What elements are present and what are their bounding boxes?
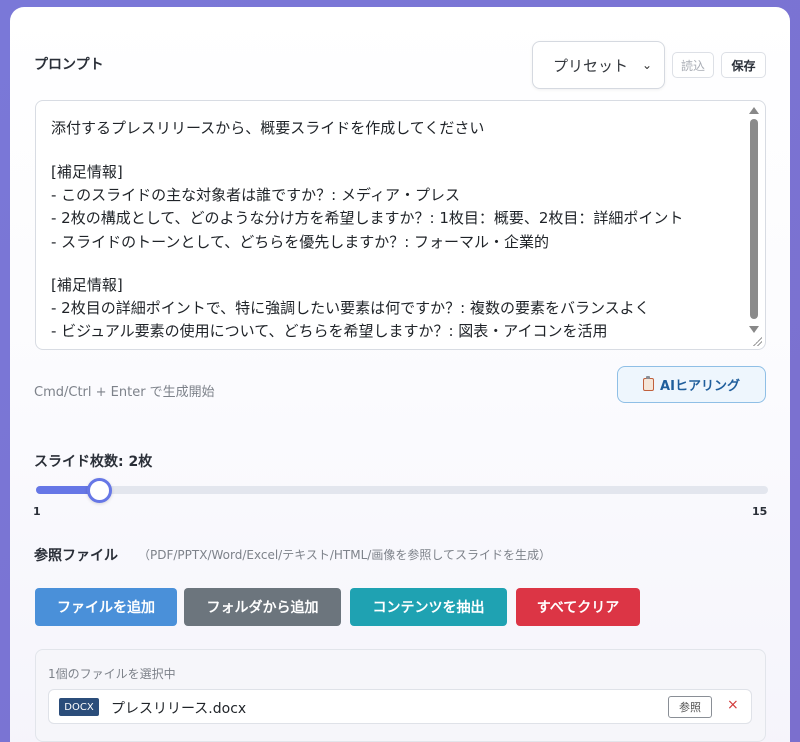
prompt-line: [補足情報] [51,276,123,294]
file-list-item: DOCX プレスリリース.docx 参照 × [48,689,752,724]
ai-hearing-button[interactable]: AIヒアリング [617,366,766,403]
reference-files-label: 参照ファイル [34,548,118,564]
ai-hearing-label: AIヒアリング [660,379,740,394]
prompt-line: - 2枚の構成として、どのような分け方を希望しますか？: 1枚目：概要、2枚目：… [51,209,684,227]
add-folder-button[interactable]: フォルダから追加 [184,588,341,626]
scroll-up-arrow-icon[interactable] [749,107,759,114]
slide-count-label: スライド枚数: 2枚 [34,454,153,470]
textarea-scrollbar[interactable] [748,105,760,335]
prompt-line: [補足情報] [51,163,123,181]
load-button[interactable]: 読込 [672,52,714,78]
save-button[interactable]: 保存 [721,52,766,78]
resize-grip-icon[interactable] [752,336,762,346]
scroll-thumb[interactable] [750,119,758,319]
slider-max-label: 15 [752,505,768,518]
prompt-line: - スライドのトーンとして、どちらを優先しますか？: フォーマル・企業的 [51,233,550,251]
slider-handle[interactable] [86,478,112,503]
extract-content-button[interactable]: コンテンツを抽出 [350,588,507,626]
selected-file-count: 1個のファイルを選択中 [48,667,176,681]
slider-min-label: 1 [33,505,41,518]
add-file-button[interactable]: ファイルを追加 [35,588,177,626]
scroll-down-arrow-icon[interactable] [749,326,759,333]
prompt-textarea[interactable]: 添付するプレスリリースから、概要スライドを作成してください [補足情報] - こ… [35,100,766,350]
clear-all-button[interactable]: すべてクリア [516,588,640,626]
slide-count-slider[interactable] [36,486,768,494]
prompt-line: - ビジュアル要素の使用について、どちらを希望しますか？: 図表・アイコンを活用 [51,322,608,340]
remove-file-icon[interactable]: × [727,697,739,713]
prompt-line: - このスライドの主な対象者は誰ですか？: メディア・プレス [51,186,460,204]
file-name: プレスリリース.docx [111,701,247,717]
preset-select[interactable]: プリセット ⌄ [532,41,665,89]
docx-file-icon: DOCX [59,698,99,716]
prompt-line: - 2枚目の詳細ポイントで、特に強調したい要素は何ですか？: 複数の要素をバラン… [51,299,650,317]
preset-select-value: プリセット [553,56,629,75]
reference-files-sublabel: （PDF/PPTX/Word/Excel/テキスト/HTML/画像を参照してスラ… [138,548,551,562]
prompt-line: 添付するプレスリリースから、概要スライドを作成してください [51,119,485,137]
file-reference-button[interactable]: 参照 [668,696,712,718]
shortcut-hint: Cmd/Ctrl + Enter で生成開始 [34,385,215,400]
prompt-label: プロンプト [34,57,104,73]
clipboard-icon [643,376,655,391]
chevron-down-icon: ⌄ [641,58,652,72]
